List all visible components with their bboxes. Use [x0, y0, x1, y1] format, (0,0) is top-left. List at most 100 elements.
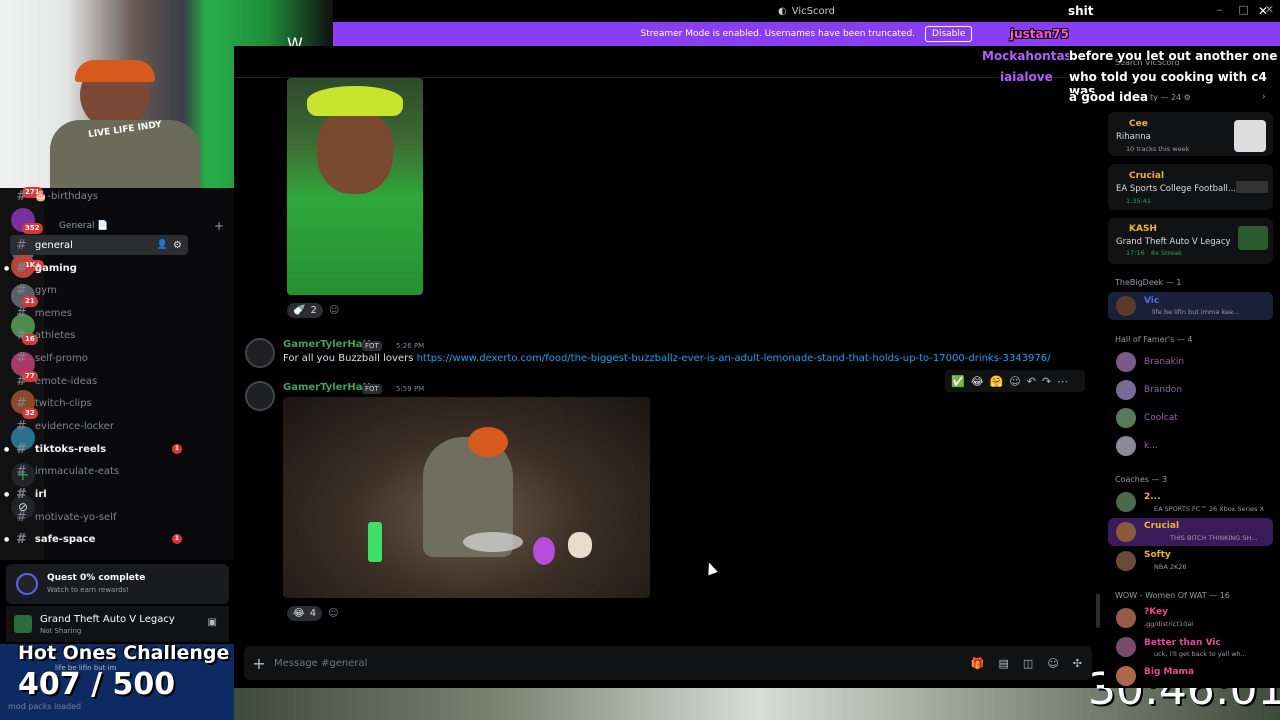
channel-immaculate-eats[interactable]: # immaculate-eats	[10, 461, 188, 481]
channel-birthdays[interactable]: # 🎂-birthdays	[10, 186, 188, 206]
quest-subtitle: Watch to earn rewards!	[47, 586, 129, 594]
message-time: 5:26 PM	[396, 342, 425, 350]
avatar[interactable]	[1116, 436, 1136, 456]
avatar[interactable]	[1116, 608, 1136, 628]
avatar[interactable]	[1116, 352, 1136, 372]
hash-icon: #	[16, 395, 27, 411]
channel-label: athletes	[34, 329, 76, 341]
member-name[interactable]: Branakin	[1144, 357, 1184, 367]
channel-emote-ideas[interactable]: # emote-ideas	[10, 371, 188, 391]
mention-badge: 1	[172, 534, 182, 544]
reaction-pill[interactable]: 😂 4	[287, 606, 323, 621]
message-image[interactable]	[283, 397, 650, 598]
reaction-pill[interactable]: 🍼 2	[287, 303, 323, 318]
hash-icon: #	[16, 260, 27, 276]
image-potion-purple	[533, 537, 555, 565]
channel-label: gym	[34, 284, 57, 296]
invite-icon[interactable]: 👤	[157, 240, 168, 250]
chat-scrollbar[interactable]	[1096, 594, 1100, 628]
check-reaction-icon[interactable]: ✅	[951, 375, 965, 388]
hash-icon: #	[16, 509, 27, 525]
channel-gaming[interactable]: ● # gaming	[4, 258, 188, 278]
gift-icon[interactable]: 🎁	[971, 657, 985, 670]
message-actions-toolbar: ✅ 😂 🤗 ☺ ↶ ↷ ⋯	[945, 370, 1085, 392]
avatar[interactable]	[1116, 551, 1136, 571]
channel-evidence-locker[interactable]: # evidence-locker	[10, 416, 188, 436]
more-icon[interactable]: ⋯	[1057, 375, 1068, 388]
avatar[interactable]	[1116, 380, 1136, 400]
channel-memes[interactable]: # memes	[10, 303, 188, 323]
chat-message: a good idea	[1069, 90, 1149, 104]
avatar[interactable]	[1116, 666, 1136, 686]
channel-tiktoks-reels[interactable]: ● # tiktoks-reels 1	[4, 439, 188, 459]
add-reaction-icon[interactable]: ☺	[328, 608, 338, 619]
avatar[interactable]	[1116, 492, 1136, 512]
activity-panel[interactable]: Grand Theft Auto V Legacy Not Sharing ▣	[6, 606, 229, 642]
reaction-emoji-icon: 😂	[293, 608, 305, 619]
avatar[interactable]	[1116, 408, 1136, 428]
message-time: 5:59 PM	[396, 385, 425, 393]
reaction-row: 😂 4 ☺	[287, 606, 339, 621]
reaction-row: 🍼 2 ☺	[287, 303, 339, 318]
attach-icon[interactable]: +	[244, 654, 274, 673]
member-name[interactable]: Big Mama	[1144, 667, 1194, 677]
channel-safe-space[interactable]: ● # safe-space 1	[4, 529, 188, 549]
chat-username: shit	[1068, 4, 1094, 18]
gif-icon[interactable]: ▤	[999, 657, 1009, 670]
member-name[interactable]: k...	[1144, 441, 1158, 451]
activity-detail: 10 tracks this week	[1126, 145, 1190, 153]
emoji-icon[interactable]: ☺	[1047, 657, 1058, 670]
member-name[interactable]: Brandon	[1144, 385, 1182, 395]
avatar	[1116, 296, 1136, 316]
add-channel-icon[interactable]: +	[214, 219, 224, 233]
sticker-icon[interactable]: ◫	[1023, 657, 1033, 670]
message-link[interactable]: https://www.dexerto.com/food/the-biggest…	[417, 353, 1051, 364]
image-bandana	[468, 427, 508, 457]
channel-twitch-clips[interactable]: # twitch-clips	[10, 393, 188, 413]
member-name[interactable]: Better than Vic	[1144, 638, 1221, 648]
forward-icon[interactable]: ↷	[1042, 375, 1051, 388]
banner-text: Streamer Mode is enabled. Usernames have…	[640, 29, 916, 39]
member-name[interactable]: ?Key	[1144, 607, 1168, 617]
channel-self-promo[interactable]: # self-promo	[10, 348, 188, 368]
channel-label: immaculate-eats	[34, 465, 120, 477]
mod-packs-text: mod packs loaded	[8, 702, 82, 711]
channel-irl[interactable]: ● # irl	[4, 484, 188, 504]
channel-gym[interactable]: # gym	[10, 280, 188, 300]
message-input[interactable]	[274, 657, 971, 669]
avatar	[1116, 522, 1136, 542]
unread-dot: ●	[4, 535, 10, 543]
channel-general[interactable]: # general ⚙ 👤	[10, 235, 188, 255]
channel-label: motivate-yo-self	[34, 511, 117, 523]
message-author[interactable]: GamerTylerHatt	[283, 339, 372, 350]
reaction-count: 2	[310, 305, 317, 316]
hash-icon: #	[16, 188, 27, 204]
add-reaction-icon[interactable]: ☺	[329, 305, 339, 316]
avatar[interactable]	[245, 338, 275, 368]
channel-label: memes	[34, 307, 72, 319]
avatar[interactable]	[245, 381, 275, 411]
clan-tag: FOT	[362, 384, 382, 394]
message-image[interactable]	[287, 78, 423, 295]
game-logo	[1236, 181, 1268, 193]
member-status: EA SPORTS FC™ 26 Xbox Series X	[1154, 505, 1264, 513]
member-name[interactable]: Softy	[1144, 550, 1171, 560]
message-author[interactable]: GamerTylerHatt	[283, 382, 372, 393]
laugh-reaction-icon[interactable]: 😂	[971, 375, 984, 388]
app-icon: ◐	[778, 5, 787, 17]
member-name[interactable]: Coolcat	[1144, 413, 1178, 423]
reply-icon[interactable]: ↶	[1027, 375, 1036, 388]
quest-card[interactable]: Quest 0% complete Watch to earn rewards!	[6, 564, 229, 604]
avatar[interactable]	[1116, 637, 1136, 657]
channel-motivate-yo-self[interactable]: # motivate-yo-self	[10, 507, 188, 527]
quest-title: Quest 0% complete	[47, 573, 146, 583]
screen-share-icon[interactable]: ▣	[208, 617, 217, 628]
channel-athletes[interactable]: # athletes	[10, 325, 188, 345]
member-name[interactable]: 2...	[1144, 492, 1161, 502]
settings-icon[interactable]: ⚙	[173, 240, 182, 251]
apps-icon[interactable]: ✣	[1073, 657, 1082, 670]
add-reaction-icon[interactable]: ☺	[1009, 375, 1020, 388]
hash-icon: #	[16, 531, 27, 547]
category-general[interactable]: General 📄	[59, 221, 109, 231]
hug-reaction-icon[interactable]: 🤗	[990, 375, 1004, 388]
